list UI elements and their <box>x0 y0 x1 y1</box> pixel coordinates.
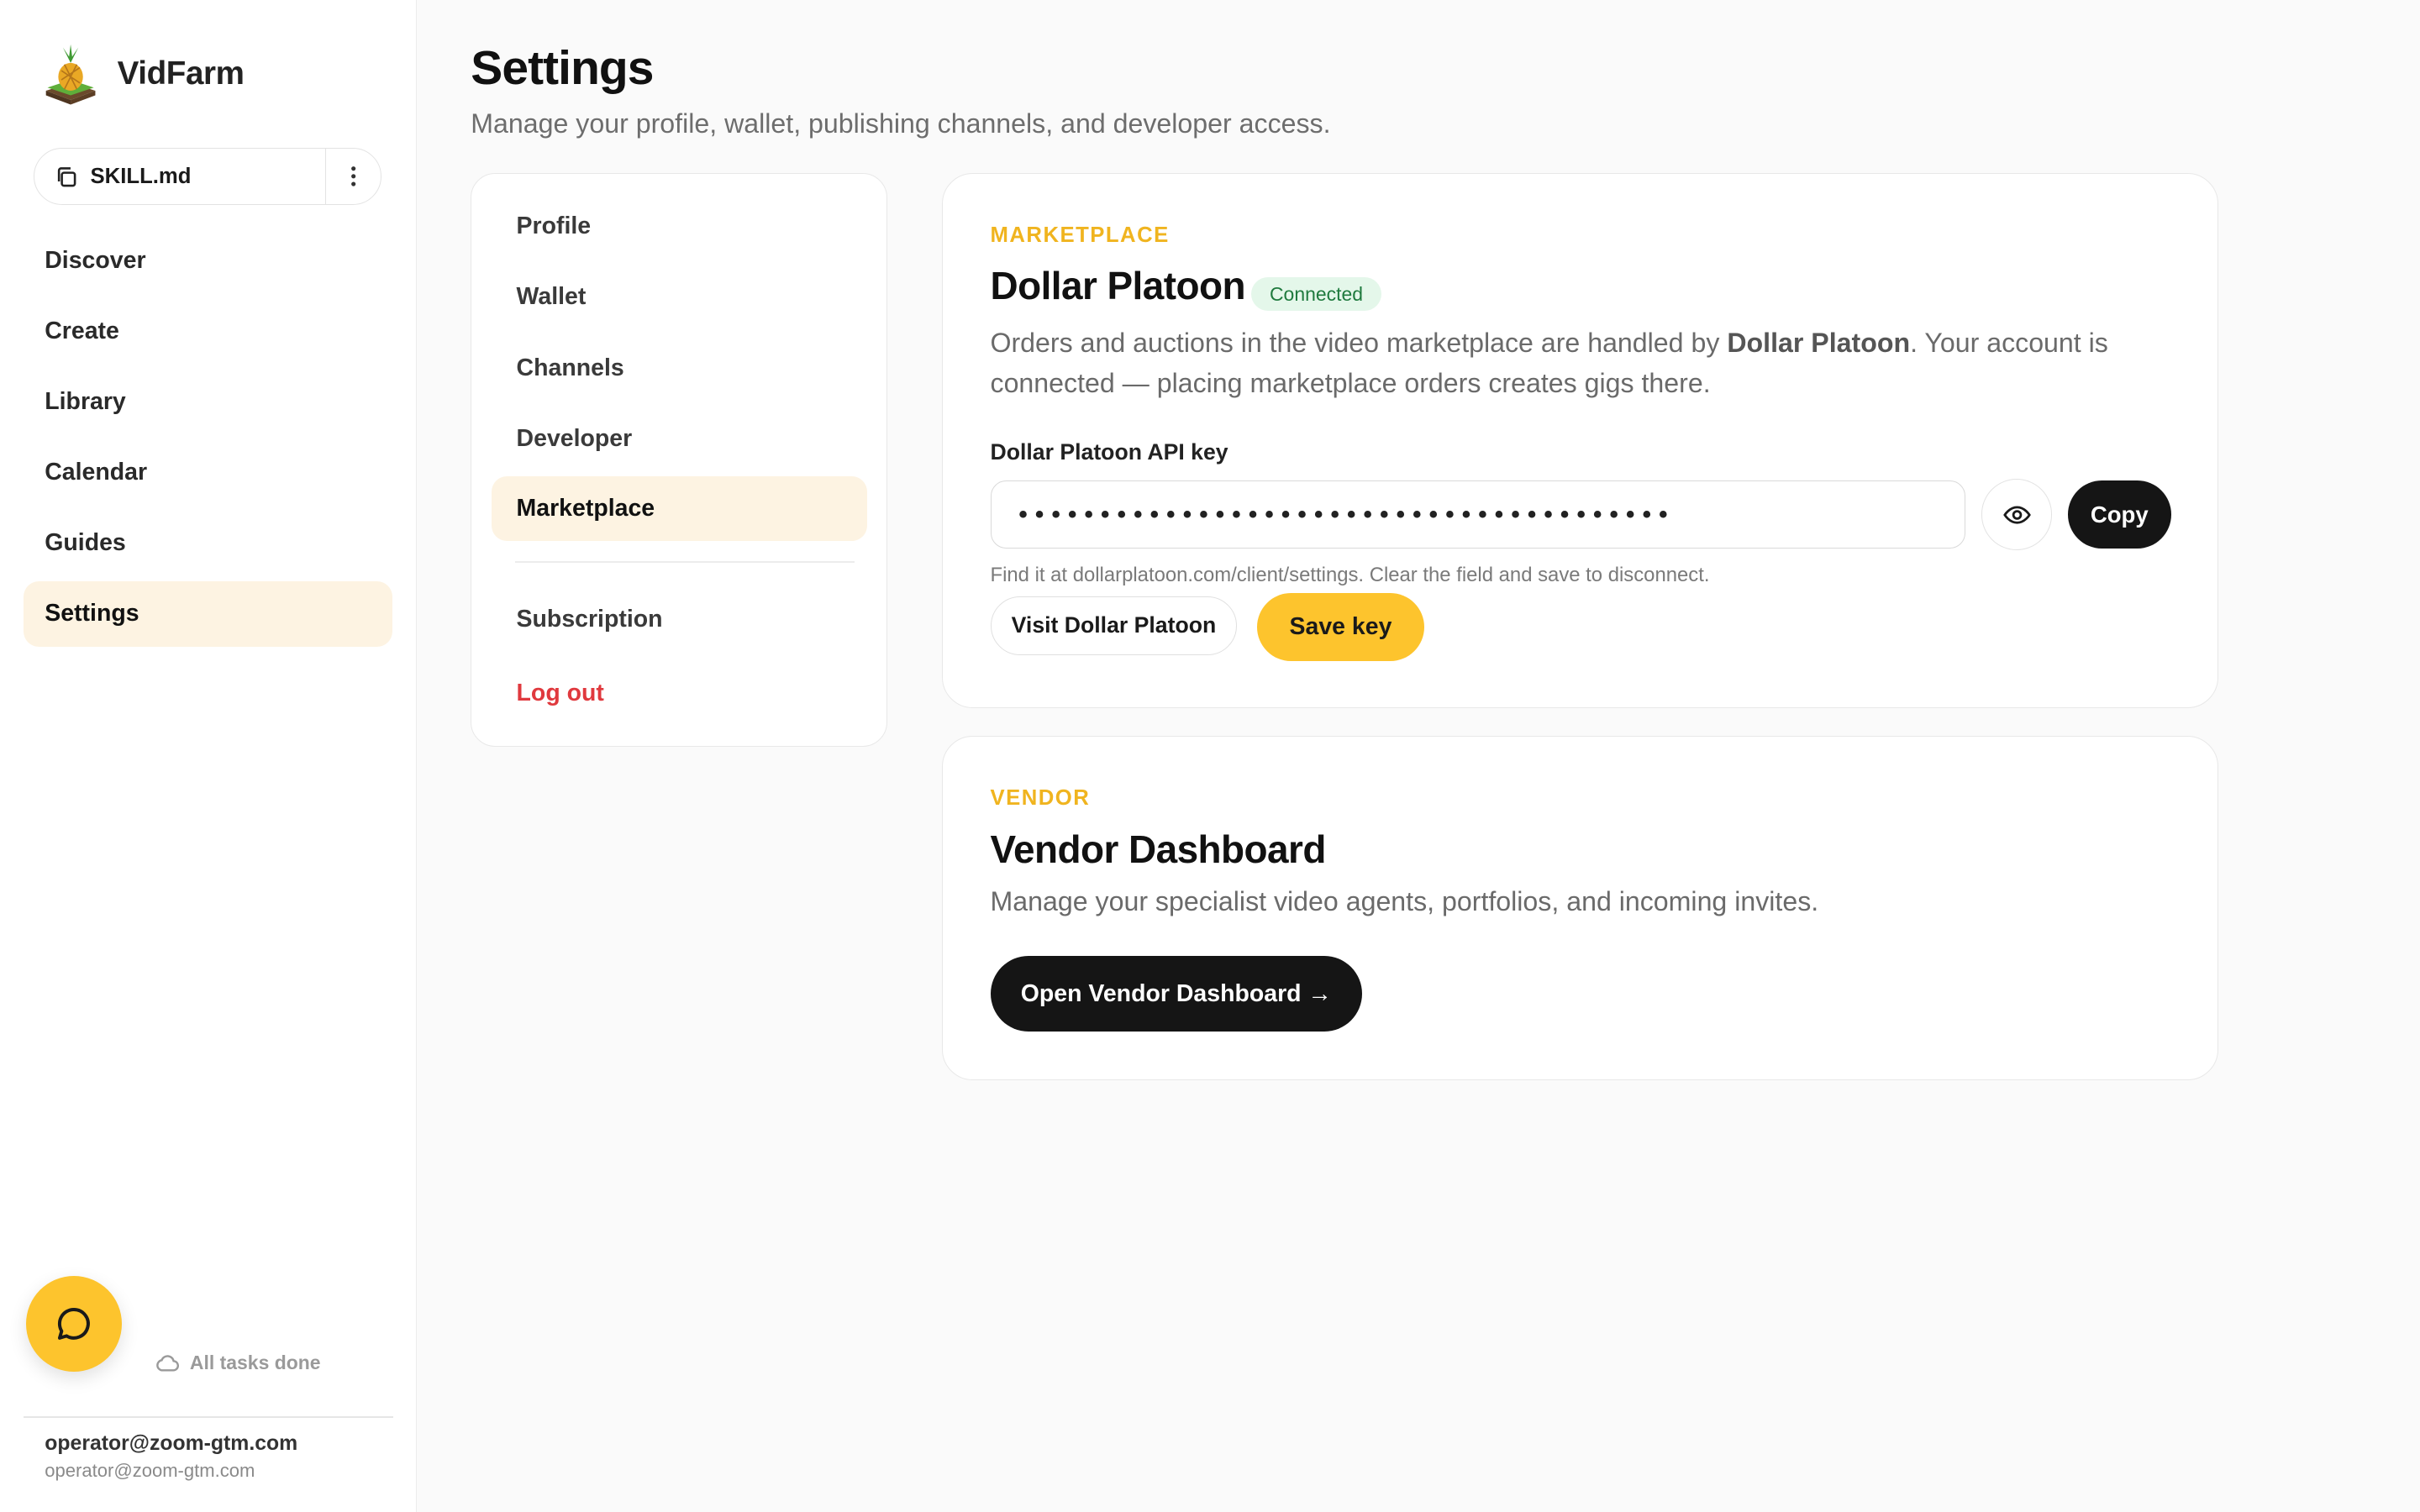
vendor-eyebrow: VENDOR <box>990 786 1091 811</box>
nav-item-create[interactable]: Create <box>24 299 392 364</box>
user-email-secondary: operator@zoom-gtm.com <box>45 1459 255 1481</box>
api-key-input[interactable]: •••••••••••••••••••••••••••••••••••••••• <box>990 480 1966 549</box>
nav-item-library[interactable]: Library <box>24 370 392 434</box>
settings-tab-developer[interactable]: Developer <box>492 407 866 471</box>
tasks-status-text: All tasks done <box>189 1352 321 1374</box>
main-nav: Discover Create Library Calendar Guides … <box>23 228 392 653</box>
settings-nav-divider <box>514 560 855 563</box>
nav-item-settings[interactable]: Settings <box>23 581 392 647</box>
skill-file-label: SKILL.md <box>90 164 192 188</box>
visit-dollar-platoon-button[interactable]: Visit Dollar Platoon <box>990 596 1238 655</box>
settings-nav: Profile Wallet Channels Developer Market… <box>471 172 888 748</box>
user-email[interactable]: operator@zoom-gtm.com <box>45 1432 297 1456</box>
kebab-menu-icon <box>351 166 356 187</box>
marketplace-eyebrow: MARKETPLACE <box>990 223 1170 247</box>
brand[interactable]: VidFarm <box>43 43 245 105</box>
chat-button[interactable] <box>26 1276 123 1373</box>
vendor-title: Vendor Dashboard <box>990 827 1327 871</box>
vendor-card: VENDOR Vendor Dashboard Manage your spec… <box>941 736 2218 1080</box>
settings-tab-wallet[interactable]: Wallet <box>492 265 866 329</box>
skill-file-button[interactable]: SKILL.md <box>34 149 324 204</box>
brand-name: VidFarm <box>117 55 245 92</box>
settings-tab-profile[interactable]: Profile <box>492 194 866 259</box>
tasks-status: All tasks done <box>155 1352 321 1374</box>
nav-item-guides[interactable]: Guides <box>24 511 392 575</box>
cloud-icon <box>155 1354 179 1372</box>
logout-button[interactable]: Log out <box>492 661 866 726</box>
copy-icon <box>58 166 76 186</box>
chat-bubble-icon <box>58 1308 91 1341</box>
save-key-button[interactable]: Save key <box>1257 593 1424 662</box>
skill-pill: SKILL.md <box>34 148 381 206</box>
api-key-hint: Find it at dollarplatoon.com/client/sett… <box>990 564 1710 587</box>
page-root: VidFarm SKILL.md Discover Create Library… <box>0 0 2420 1512</box>
sidebar-divider <box>23 1416 394 1419</box>
marketplace-desc-bold: Dollar Platoon <box>1727 327 1911 358</box>
toggle-visibility-button[interactable] <box>1981 479 2053 550</box>
marketplace-title: Dollar Platoon <box>990 264 1246 308</box>
api-key-label: Dollar Platoon API key <box>990 438 1228 465</box>
settings-tab-subscription[interactable]: Subscription <box>492 587 866 652</box>
kebab-menu-button[interactable] <box>326 149 380 204</box>
connected-status-badge: Connected <box>1250 276 1382 312</box>
marketplace-description: Orders and auctions in the video marketp… <box>991 323 2210 404</box>
page-title: Settings <box>471 40 654 95</box>
nav-item-calendar[interactable]: Calendar <box>24 440 392 505</box>
pineapple-farm-logo-icon <box>46 45 96 105</box>
settings-tab-channels[interactable]: Channels <box>492 336 866 401</box>
marketplace-card: MARKETPLACE Dollar Platoon Connected Ord… <box>941 172 2218 709</box>
sidebar: VidFarm SKILL.md Discover Create Library… <box>0 0 417 1512</box>
eye-icon <box>2002 506 2031 524</box>
vendor-description: Manage your specialist video agents, por… <box>990 885 1819 916</box>
settings-tab-marketplace[interactable]: Marketplace <box>492 475 867 541</box>
nav-item-discover[interactable]: Discover <box>24 228 392 293</box>
page-subtitle: Manage your profile, wallet, publishing … <box>471 108 1331 139</box>
open-vendor-dashboard-button[interactable]: Open Vendor Dashboard → <box>990 956 1363 1032</box>
copy-key-button[interactable]: Copy <box>2067 480 2171 549</box>
marketplace-desc-pre: Orders and auctions in the video marketp… <box>990 327 1728 358</box>
